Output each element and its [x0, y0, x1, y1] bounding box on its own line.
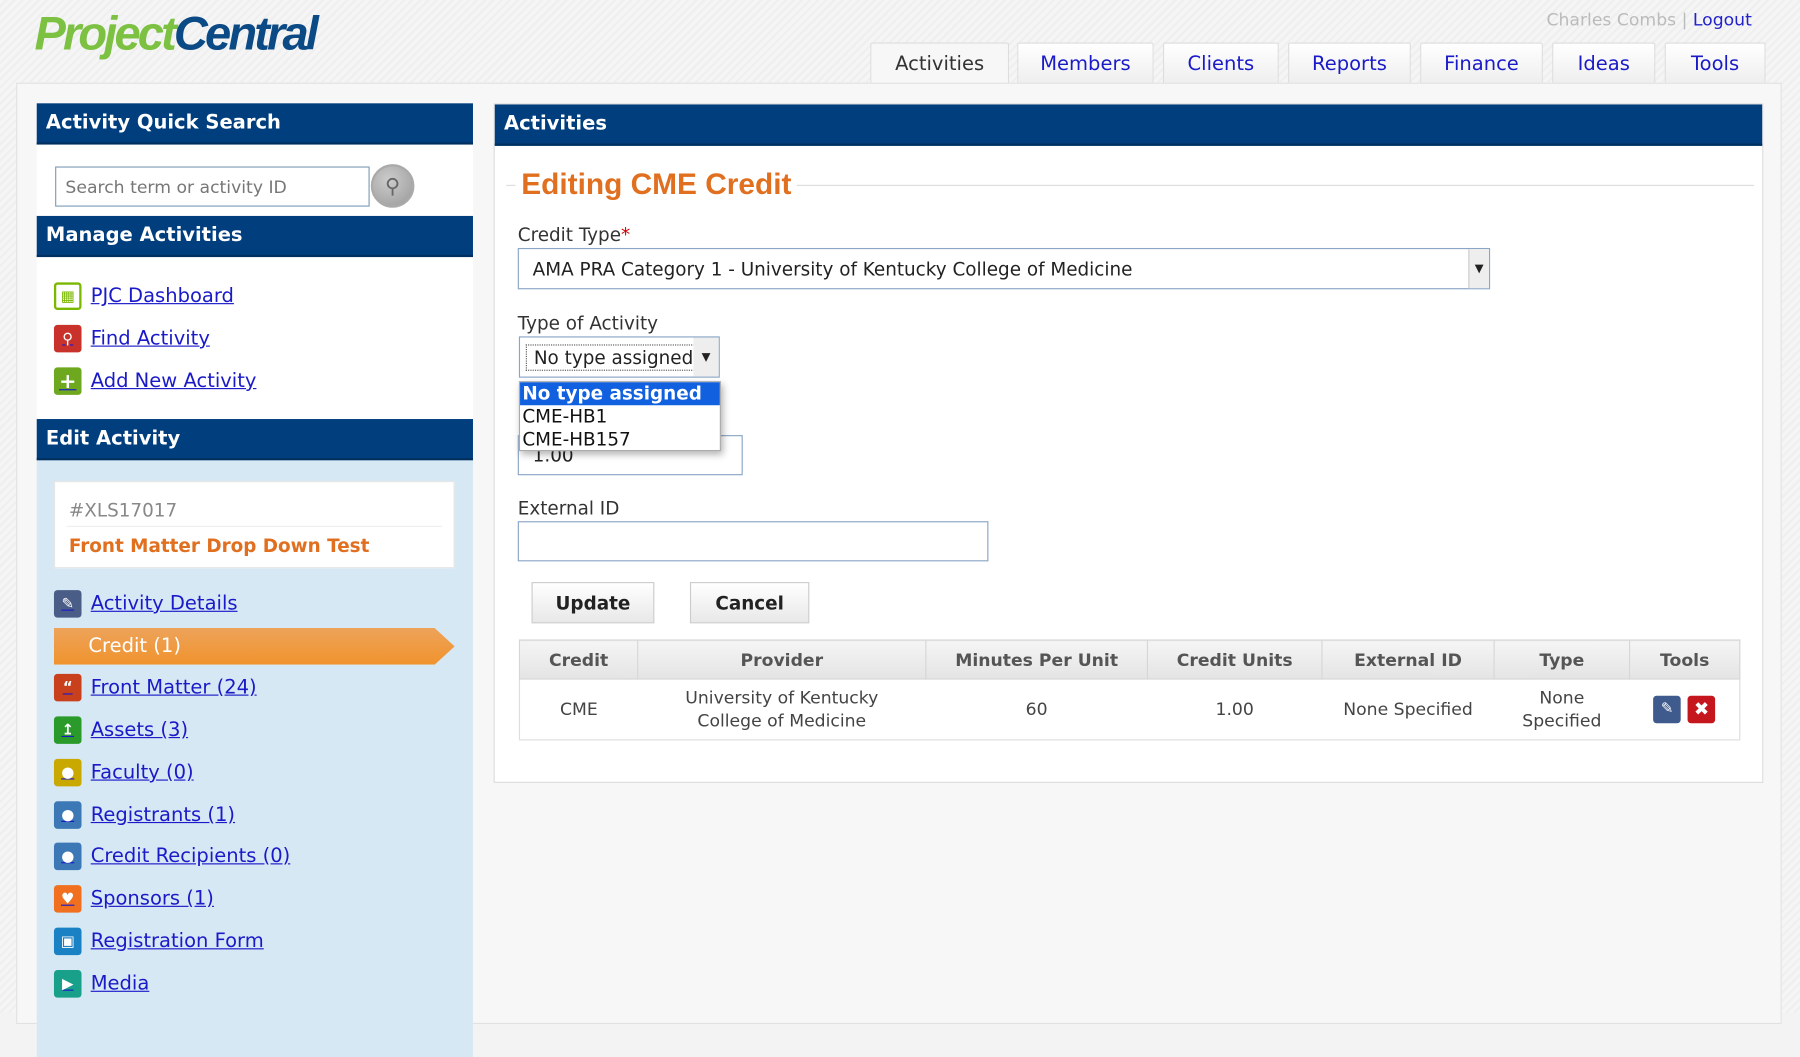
front-matter-link[interactable]: “Front Matter (24) — [53, 673, 257, 702]
quick-search-title: Activity Quick Search — [36, 103, 473, 145]
logout-link[interactable]: Logout — [1693, 9, 1752, 30]
dropdown-option[interactable]: CME-HB1 — [520, 405, 720, 428]
activity-details-link[interactable]: ✎ Activity Details — [53, 590, 238, 618]
sidebar: Activity Quick Search Search term or act… — [36, 103, 473, 1057]
add-new-activity-link[interactable]: + Add New Activity — [53, 367, 256, 395]
col-type: Type — [1493, 639, 1631, 680]
search-icon: ⚲ — [385, 173, 401, 199]
update-button[interactable]: Update — [531, 582, 655, 624]
upload-icon: ↥ — [53, 716, 82, 744]
person-icon: ● — [53, 842, 82, 871]
tab-finance[interactable]: Finance — [1420, 42, 1543, 84]
tab-tools[interactable]: Tools — [1664, 42, 1766, 84]
user-name: Charles Combs — [1546, 9, 1677, 30]
plus-icon: + — [53, 367, 82, 395]
chevron-down-icon: ▼ — [693, 337, 719, 377]
sponsors-link[interactable]: ♥ Sponsors (1) — [53, 885, 214, 913]
media-link[interactable]: ▶ Media — [53, 970, 149, 998]
external-id-input[interactable] — [517, 521, 989, 562]
tab-reports[interactable]: Reports — [1288, 42, 1411, 84]
chevron-down-icon: ▼ — [1468, 249, 1489, 289]
pencil-icon: ✎ — [53, 590, 82, 618]
find-activity-link[interactable]: ⚲ Find Activity — [53, 324, 210, 353]
table-row: CME University of Kentucky College of Me… — [519, 679, 1740, 741]
tab-members[interactable]: Members — [1017, 42, 1154, 84]
activities-panel: Activities Editing CME Credit Credit Typ… — [493, 103, 1764, 783]
registrants-link[interactable]: ● Registrants (1) — [53, 801, 235, 829]
faculty-link[interactable]: ● Faculty (0) — [53, 758, 194, 787]
form-icon: ▣ — [53, 927, 82, 956]
col-minutes: Minutes Per Unit — [925, 639, 1149, 680]
person-icon: ● — [53, 801, 82, 829]
delete-x-icon[interactable]: ✖ — [1687, 695, 1716, 724]
type-of-activity-label: Type of Activity — [517, 312, 659, 335]
tab-ideas[interactable]: Ideas — [1552, 42, 1656, 84]
type-of-activity-select[interactable]: No type assigned ▼ — [518, 336, 720, 378]
tab-activities[interactable]: Activities — [870, 42, 1010, 84]
edit-pencil-icon[interactable]: ✎ — [1653, 695, 1681, 724]
grid-icon: ▦ — [53, 282, 82, 310]
tab-clients[interactable]: Clients — [1162, 42, 1279, 84]
activity-card: #XLS17017 Front Matter Drop Down Test — [53, 481, 455, 569]
search-icon: ⚲ — [53, 324, 82, 353]
person-icon: ● — [53, 758, 82, 787]
search-input[interactable]: Search term or activity ID — [55, 166, 370, 207]
logo[interactable]: ProjectCentral — [34, 7, 318, 61]
edit-activity-title: Edit Activity — [36, 419, 473, 461]
col-units: Credit Units — [1146, 639, 1323, 680]
search-button[interactable]: ⚲ — [370, 164, 415, 208]
external-id-label: External ID — [517, 497, 620, 519]
type-of-activity-dropdown: No type assigned CME-HB1 CME-HB157 — [518, 381, 721, 452]
activity-id: #XLS17017 — [68, 499, 178, 522]
dropdown-option[interactable]: CME-HB157 — [520, 428, 720, 451]
activity-name: Front Matter Drop Down Test — [68, 534, 370, 557]
col-tools: Tools — [1629, 639, 1741, 680]
form-title: Editing CME Credit — [515, 166, 798, 203]
col-provider: Provider — [637, 639, 927, 680]
registration-form-link[interactable]: ▣ Registration Form — [53, 927, 264, 956]
quote-icon: “ — [53, 673, 82, 702]
nav-credit-active[interactable]: Credit (1) — [53, 627, 455, 665]
cancel-button[interactable]: Cancel — [689, 582, 810, 624]
col-external-id: External ID — [1321, 639, 1495, 680]
dropdown-option[interactable]: No type assigned — [520, 382, 720, 406]
credit-type-select[interactable]: AMA PRA Category 1 - University of Kentu… — [517, 247, 1491, 290]
pjc-dashboard-link[interactable]: ▦ PJC Dashboard — [53, 282, 234, 310]
credit-recipients-link[interactable]: ● Credit Recipients (0) — [53, 842, 290, 871]
credit-type-label: Credit Type* — [517, 223, 631, 246]
panel-title: Activities — [494, 104, 1763, 146]
heart-icon: ♥ — [53, 885, 82, 913]
col-credit: Credit — [518, 639, 639, 680]
manage-activities-title: Manage Activities — [36, 215, 473, 258]
user-bar: Charles Combs | Logout — [1546, 9, 1752, 30]
assets-link[interactable]: ↥ Assets (3) — [53, 716, 188, 744]
video-icon: ▶ — [53, 970, 82, 998]
credits-table: Credit Provider Minutes Per Unit Credit … — [518, 639, 1741, 741]
